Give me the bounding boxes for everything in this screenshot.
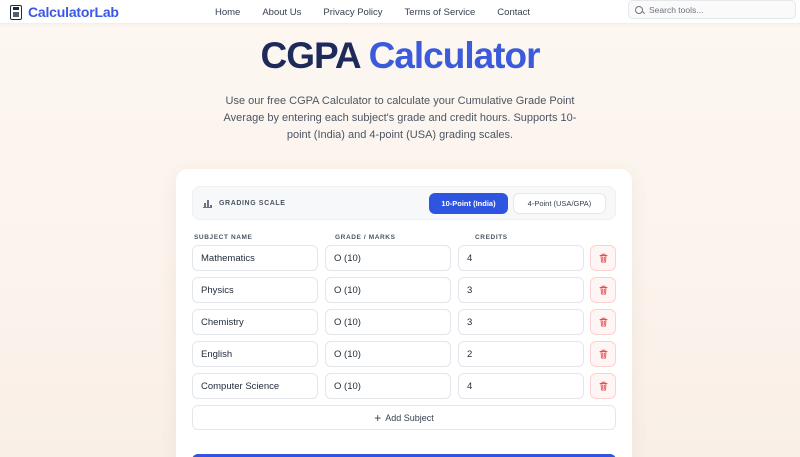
grading-scale-panel: GRADING SCALE 10-Point (India) 4-Point (… xyxy=(192,186,616,220)
delete-row-button[interactable] xyxy=(590,309,616,335)
nav-link-about[interactable]: About Us xyxy=(262,7,301,18)
grading-scale-label: GRADING SCALE xyxy=(219,200,286,207)
trash-icon xyxy=(599,381,607,391)
credits-input[interactable]: 3 xyxy=(458,309,584,335)
subject-row: Mathematics O (10) 4 xyxy=(192,245,616,271)
nav-link-privacy[interactable]: Privacy Policy xyxy=(323,7,382,18)
search-box xyxy=(628,0,796,19)
trash-icon xyxy=(599,349,607,359)
grade-select[interactable]: O (10) xyxy=(325,245,451,271)
credits-input[interactable]: 2 xyxy=(458,341,584,367)
subject-name-input[interactable]: Mathematics xyxy=(192,245,318,271)
grade-select[interactable]: O (10) xyxy=(325,341,451,367)
search-icon xyxy=(635,5,643,14)
plus-icon: + xyxy=(374,410,382,425)
subject-name-input[interactable]: Physics xyxy=(192,277,318,303)
brand-name: CalculatorLab xyxy=(28,4,119,20)
delete-row-button[interactable] xyxy=(590,245,616,271)
page-title: CGPA Calculator xyxy=(0,34,800,78)
credits-input[interactable]: 4 xyxy=(458,373,584,399)
column-header-credits: CREDITS xyxy=(475,234,508,241)
subject-name-input[interactable]: Chemistry xyxy=(192,309,318,335)
nav-link-contact[interactable]: Contact xyxy=(497,7,530,18)
title-part2: Calculator xyxy=(368,35,541,76)
grade-select[interactable]: O (10) xyxy=(325,309,451,335)
subject-name-input[interactable]: English xyxy=(192,341,318,367)
brand-logo[interactable]: CalculatorLab xyxy=(10,3,119,21)
nav-links: Home About Us Privacy Policy Terms of Se… xyxy=(215,0,552,24)
delete-row-button[interactable] xyxy=(590,373,616,399)
delete-row-button[interactable] xyxy=(590,277,616,303)
page-subtitle: Use our free CGPA Calculator to calculat… xyxy=(223,95,577,141)
add-subject-label: Add Subject xyxy=(385,412,434,423)
credits-input[interactable]: 4 xyxy=(458,245,584,271)
delete-row-button[interactable] xyxy=(590,341,616,367)
subject-row: English O (10) 2 xyxy=(192,341,616,367)
search-input[interactable] xyxy=(649,4,789,15)
grade-select[interactable]: O (10) xyxy=(325,373,451,399)
subject-row: Physics O (10) 3 xyxy=(192,277,616,303)
trash-icon xyxy=(599,317,607,327)
top-nav: CalculatorLab Home About Us Privacy Poli… xyxy=(0,0,800,24)
subject-name-input[interactable]: Computer Science xyxy=(192,373,318,399)
column-header-grade: GRADE / MARKS xyxy=(335,234,396,241)
title-part1: CGPA xyxy=(260,35,361,76)
add-subject-button[interactable]: + Add Subject xyxy=(192,405,616,430)
trash-icon xyxy=(599,285,607,295)
subject-row: Chemistry O (10) 3 xyxy=(192,309,616,335)
subject-row: Computer Science O (10) 4 xyxy=(192,373,616,399)
calculator-card: GRADING SCALE 10-Point (India) 4-Point (… xyxy=(176,169,632,457)
calculator-icon xyxy=(10,4,22,20)
nav-link-terms[interactable]: Terms of Service xyxy=(405,7,476,18)
trash-icon xyxy=(599,253,607,263)
scale-10-point-button[interactable]: 10-Point (India) xyxy=(429,193,508,214)
grade-select[interactable]: O (10) xyxy=(325,277,451,303)
bar-chart-icon xyxy=(203,199,212,208)
column-header-subject: SUBJECT NAME xyxy=(194,234,253,241)
scale-4-point-button[interactable]: 4-Point (USA/GPA) xyxy=(513,193,606,214)
credits-input[interactable]: 3 xyxy=(458,277,584,303)
nav-link-home[interactable]: Home xyxy=(215,7,240,18)
